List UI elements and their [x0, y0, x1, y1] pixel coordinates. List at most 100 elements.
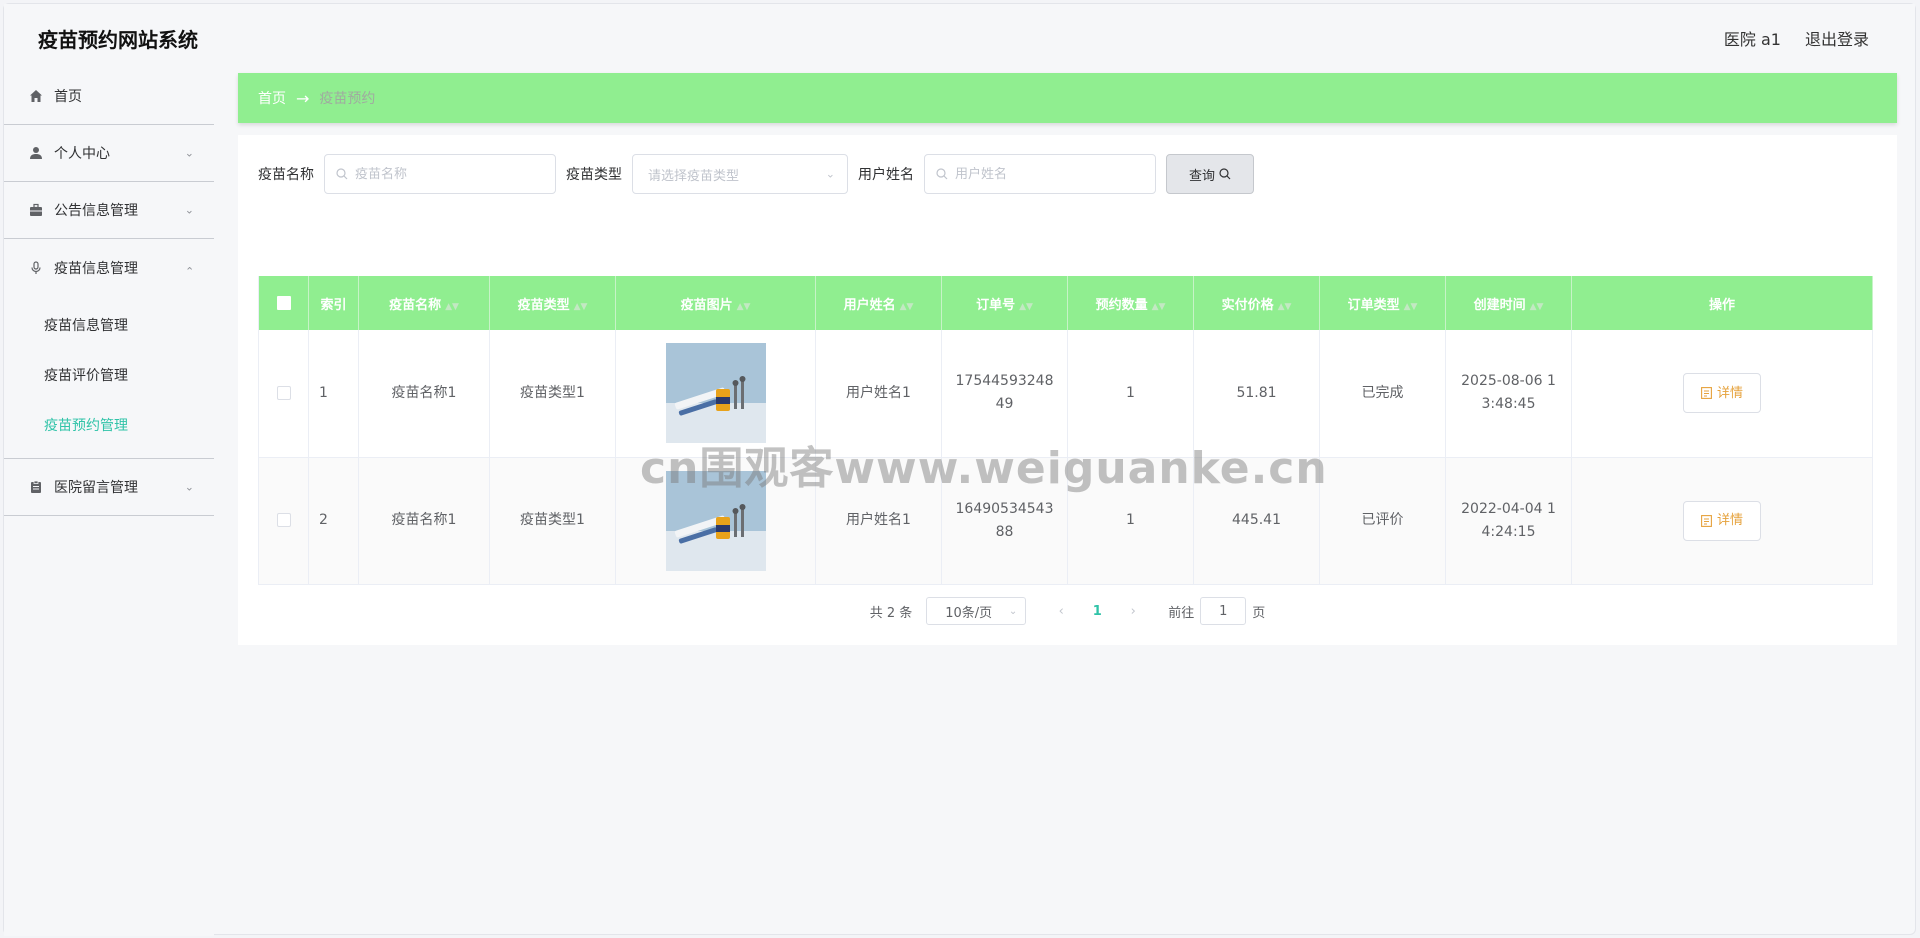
- document-icon: [1701, 387, 1712, 400]
- row-index: 1: [308, 330, 359, 458]
- sort-icon[interactable]: ▲▼: [1152, 302, 1166, 312]
- row-checkbox[interactable]: [276, 385, 291, 400]
- sort-icon[interactable]: ▲▼: [737, 302, 751, 312]
- column-header[interactable]: 用户姓名 ▲▼: [815, 276, 942, 330]
- table-row: 1 疫苗名称1 疫苗类型1 用户姓名1 1754459324849 1 51.8…: [258, 330, 1873, 458]
- column-header-label: 用户姓名: [843, 297, 896, 313]
- user-name-field: [924, 154, 1156, 194]
- row-quantity: 1: [1067, 330, 1194, 458]
- column-header[interactable]: 实付价格 ▲▼: [1193, 276, 1320, 330]
- sidebar-item-label: 首页: [54, 89, 82, 105]
- vaccine-type-label: 疫苗类型: [566, 167, 622, 183]
- sort-icon[interactable]: ▲▼: [1530, 302, 1544, 312]
- sidebar-item-announcement[interactable]: 公告信息管理 ⌄: [4, 182, 214, 239]
- app-frame: 疫苗预约网站系统 医院 a1 退出登录 首页 个人中心 ⌄ 公告信息管理 ⌄ 疫…: [3, 3, 1916, 936]
- select-all-checkbox[interactable]: [276, 296, 291, 310]
- row-order-number: 1649053454388: [941, 457, 1068, 585]
- column-header[interactable]: 疫苗名称 ▲▼: [358, 276, 490, 330]
- sidebar-item-hospital-message[interactable]: 医院留言管理 ⌄: [4, 459, 214, 516]
- user-icon: [28, 145, 44, 161]
- column-header-label: 订单号: [976, 297, 1016, 313]
- row-actions-cell: 详情: [1571, 330, 1873, 458]
- document-icon: [1701, 514, 1712, 527]
- row-order-type: 已完成: [1319, 330, 1446, 458]
- search-icon: [936, 168, 948, 180]
- sort-icon[interactable]: ▲▼: [1278, 302, 1292, 312]
- detail-button-label: 详情: [1716, 513, 1743, 528]
- prev-page-icon[interactable]: ‹: [1046, 604, 1076, 619]
- row-select-cell: [258, 330, 309, 458]
- sidebar-item-vaccine-info[interactable]: 疫苗信息管理 ⌄: [4, 239, 214, 296]
- row-vaccine-type: 疫苗类型1: [489, 330, 616, 458]
- vaccine-name-field: [324, 154, 556, 194]
- column-header-label: 疫苗类型: [517, 297, 570, 313]
- page-goto: 前往 页: [1168, 597, 1265, 625]
- vaccine-name-input[interactable]: [355, 166, 555, 182]
- sort-icon[interactable]: ▲▼: [1019, 302, 1033, 312]
- app-title: 疫苗预约网站系统: [38, 28, 198, 52]
- column-header[interactable]: 订单类型 ▲▼: [1319, 276, 1446, 330]
- goto-page-input[interactable]: [1200, 597, 1247, 625]
- header-actions: 医院 a1 退出登录: [1724, 26, 1869, 50]
- detail-button[interactable]: 详情: [1683, 373, 1761, 414]
- row-created-time: 2025-08-06 13:48:45: [1445, 330, 1572, 458]
- column-header[interactable]: 创建时间 ▲▼: [1445, 276, 1572, 330]
- home-icon: [28, 88, 44, 104]
- column-header: 索引: [308, 276, 359, 330]
- column-header-label: 预约数量: [1095, 297, 1148, 313]
- pagination-total: 共 2 条: [869, 605, 913, 621]
- microphone-icon: [28, 260, 44, 276]
- chevron-down-icon: ⌄: [184, 480, 194, 494]
- logout-link[interactable]: 退出登录: [1805, 26, 1869, 50]
- breadcrumb-home-link[interactable]: 首页: [258, 88, 286, 108]
- search-form: 疫苗名称 疫苗类型 请选择疫苗类型 ⌄ 用户姓名 查询: [258, 154, 1254, 194]
- chevron-down-icon: ⌄: [825, 167, 835, 181]
- vaccine-image: [665, 343, 766, 444]
- column-header-label: 操作: [1708, 297, 1735, 313]
- top-header: 疫苗预约网站系统 医院 a1 退出登录: [4, 4, 1915, 68]
- row-order-type: 已评价: [1319, 457, 1446, 585]
- next-page-icon[interactable]: ›: [1118, 604, 1148, 619]
- sidebar-item-vaccine-info-manage[interactable]: 疫苗信息管理: [4, 300, 214, 350]
- sort-icon[interactable]: ▲▼: [574, 302, 588, 312]
- row-vaccine-type: 疫苗类型1: [489, 457, 616, 585]
- column-header[interactable]: 订单号 ▲▼: [941, 276, 1068, 330]
- sidebar-item-home[interactable]: 首页: [4, 68, 214, 125]
- sidebar-item-label: 医院留言管理: [54, 480, 138, 496]
- sidebar-item-vaccine-booking-manage[interactable]: 疫苗预约管理: [4, 400, 214, 450]
- vaccine-type-select[interactable]: 请选择疫苗类型 ⌄: [632, 154, 848, 194]
- column-header-label: 实付价格: [1221, 297, 1274, 313]
- table-header-row: 索引 疫苗名称 ▲▼ 疫苗类型 ▲▼ 疫苗图片 ▲▼ 用户姓名 ▲▼ 订单号 ▲▼ 预约数…: [258, 276, 1873, 330]
- detail-button[interactable]: 详情: [1683, 500, 1761, 541]
- column-header-label: 订单类型: [1347, 297, 1400, 313]
- query-button[interactable]: 查询: [1166, 154, 1254, 194]
- sort-icon[interactable]: ▲▼: [1404, 302, 1418, 312]
- row-user-name: 用户姓名1: [815, 330, 942, 458]
- row-select-cell: [258, 457, 309, 585]
- row-vaccine-name: 疫苗名称1: [358, 330, 490, 458]
- briefcase-icon: [28, 202, 44, 218]
- chevron-down-icon: ⌄: [184, 203, 194, 217]
- page-size-select[interactable]: 10条/页 ⌄: [926, 597, 1027, 625]
- sort-icon[interactable]: ▲▼: [445, 302, 459, 312]
- query-button-label: 查询: [1188, 168, 1215, 184]
- row-vaccine-name: 疫苗名称1: [358, 457, 490, 585]
- column-header[interactable]: 疫苗图片 ▲▼: [615, 276, 816, 330]
- user-name-input[interactable]: [955, 166, 1155, 182]
- sort-icon[interactable]: ▲▼: [900, 302, 914, 312]
- row-price: 51.81: [1193, 330, 1320, 458]
- column-header[interactable]: 疫苗类型 ▲▼: [489, 276, 616, 330]
- row-checkbox[interactable]: [276, 513, 291, 527]
- current-user-label[interactable]: 医院 a1: [1724, 26, 1781, 50]
- column-header[interactable]: 预约数量 ▲▼: [1067, 276, 1194, 330]
- pagination: 共 2 条 10条/页 ⌄ ‹ 1 › 前往 页: [238, 597, 1897, 625]
- sidebar-item-personal-center[interactable]: 个人中心 ⌄: [4, 125, 214, 182]
- sidebar-item-vaccine-review-manage[interactable]: 疫苗评价管理: [4, 350, 214, 400]
- breadcrumb-arrow-icon: →: [296, 88, 310, 108]
- row-created-time: 2022-04-04 14:24:15: [1445, 457, 1572, 585]
- row-price: 445.41: [1193, 457, 1320, 585]
- vaccine-name-label: 疫苗名称: [258, 167, 314, 183]
- chevron-down-icon: ⌄: [1008, 605, 1018, 617]
- goto-label: 前往: [1168, 605, 1195, 621]
- page-number-current[interactable]: 1: [1082, 604, 1112, 619]
